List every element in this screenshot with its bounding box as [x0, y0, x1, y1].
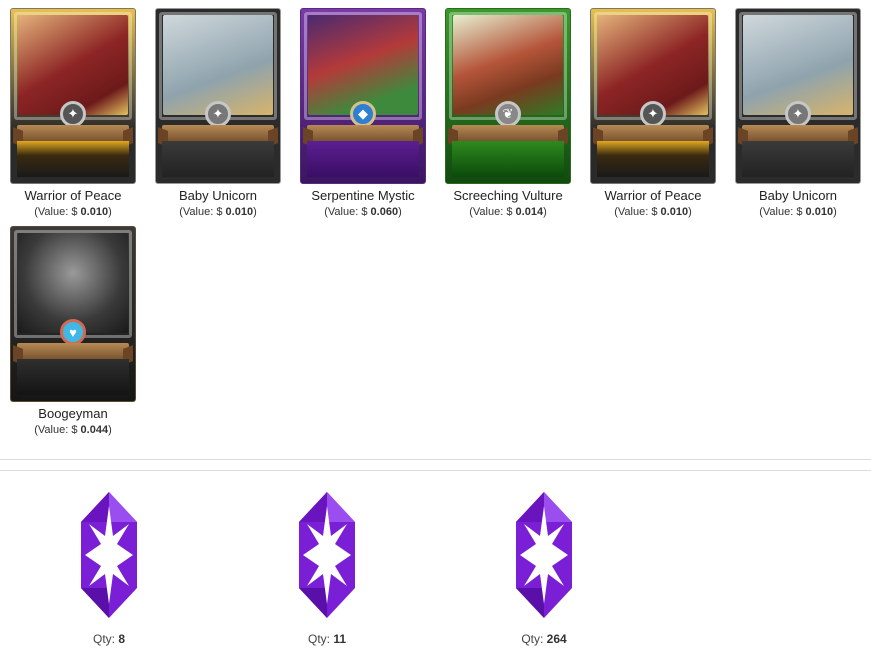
card-boogeyman[interactable]: ♥ Boogeyman (Value: $ 0.044) [10, 226, 136, 438]
potion-qty: Qty: 11 [267, 632, 387, 646]
value-prefix: (Value: $ [324, 206, 371, 218]
qty-label: Qty: [521, 632, 547, 646]
sparkle-icon: ✦ [60, 101, 86, 127]
legendary-potion-icon[interactable] [79, 490, 139, 620]
value-suffix: ) [108, 206, 112, 218]
potion-item[interactable]: Qty: 264 [484, 490, 604, 646]
card-value: (Value: $ 0.010) [10, 204, 136, 220]
card-value: (Value: $ 0.044) [10, 422, 136, 438]
card-baby-unicorn[interactable]: ✦ Baby Unicorn (Value: $ 0.010) [735, 8, 861, 220]
card-stats-area [452, 141, 564, 177]
value-suffix: ) [108, 424, 112, 436]
card-baby-unicorn[interactable]: ✦ Baby Unicorn (Value: $ 0.010) [155, 8, 281, 220]
card-value: (Value: $ 0.014) [445, 204, 571, 220]
value-prefix: (Value: $ [614, 206, 661, 218]
card-warrior-of-peace[interactable]: ✦ Warrior of Peace (Value: $ 0.010) [10, 8, 136, 220]
value-suffix: ) [833, 206, 837, 218]
card-banner [597, 125, 709, 141]
card-name: Boogeyman [38, 406, 108, 421]
value-amount: 0.014 [515, 206, 544, 218]
card-stats-area [307, 141, 419, 177]
value-amount: 0.044 [80, 424, 109, 436]
value-prefix: (Value: $ [179, 206, 226, 218]
card-stats-area [597, 141, 709, 177]
card-image[interactable]: ✦ [590, 8, 716, 184]
value-suffix: ) [543, 206, 547, 218]
card-stats-area [162, 141, 274, 177]
potion-qty: Qty: 264 [484, 632, 604, 646]
leaf-icon: ❦ [495, 101, 521, 127]
card-screeching-vulture[interactable]: ❦ Screeching Vulture (Value: $ 0.014) [445, 8, 571, 220]
value-suffix: ) [688, 206, 692, 218]
card-banner [17, 125, 129, 141]
qty-value: 264 [546, 632, 567, 646]
value-prefix: (Value: $ [759, 206, 806, 218]
card-name: Baby Unicorn [758, 188, 838, 203]
value-amount: 0.010 [805, 206, 834, 218]
value-suffix: ) [253, 206, 257, 218]
card-stats-area [742, 141, 854, 177]
card-warrior-of-peace[interactable]: ✦ Warrior of Peace (Value: $ 0.010) [590, 8, 716, 220]
potion-qty: Qty: 8 [49, 632, 169, 646]
value-prefix: (Value: $ [469, 206, 516, 218]
card-image[interactable]: ✦ [155, 8, 281, 184]
card-banner [307, 125, 419, 141]
card-name: Baby Unicorn [178, 188, 258, 203]
qty-label: Qty: [92, 632, 119, 646]
card-stats-area [17, 359, 129, 395]
card-name: Serpentine Mystic [311, 188, 415, 203]
potion-item[interactable]: Qty: 11 [267, 490, 387, 646]
value-amount: 0.010 [80, 206, 109, 218]
gem-icon: ◆ [350, 101, 376, 127]
value-amount: 0.010 [660, 206, 689, 218]
sparkle-icon: ✦ [640, 101, 666, 127]
potions-section: Qty: 8 Qty: 11 Qty: 264 [0, 490, 871, 663]
card-stats-area [17, 141, 129, 177]
potion-item[interactable]: Qty: 8 [49, 490, 169, 646]
card-banner [452, 125, 564, 141]
card-banner [162, 125, 274, 141]
value-prefix: (Value: $ [34, 424, 81, 436]
sparkle-icon: ✦ [205, 101, 231, 127]
section-divider [0, 470, 871, 471]
card-value: (Value: $ 0.010) [590, 204, 716, 220]
sparkle-icon: ✦ [785, 101, 811, 127]
legendary-potion-icon[interactable] [514, 490, 574, 620]
card-name: Screeching Vulture [453, 188, 563, 203]
value-suffix: ) [398, 206, 402, 218]
card-banner [742, 125, 854, 141]
card-image[interactable]: ◆ [300, 8, 426, 184]
card-value: (Value: $ 0.060) [300, 204, 426, 220]
card-image[interactable]: ✦ [735, 8, 861, 184]
card-banner [17, 343, 129, 359]
qty-value: 11 [333, 632, 347, 646]
card-name: Warrior of Peace [604, 188, 702, 203]
card-image[interactable]: ❦ [445, 8, 571, 184]
heart-gem-icon: ♥ [60, 319, 86, 345]
card-serpentine-mystic[interactable]: ◆ Serpentine Mystic (Value: $ 0.060) [300, 8, 426, 220]
card-value: (Value: $ 0.010) [155, 204, 281, 220]
value-amount: 0.010 [225, 206, 254, 218]
card-image[interactable]: ♥ [10, 226, 136, 402]
legendary-potion-icon[interactable] [297, 490, 357, 620]
qty-label: Qty: [307, 632, 334, 646]
value-amount: 0.060 [370, 206, 399, 218]
card-value: (Value: $ 0.010) [735, 204, 861, 220]
section-divider [0, 459, 871, 460]
card-image[interactable]: ✦ [10, 8, 136, 184]
card-name: Warrior of Peace [24, 188, 122, 203]
value-prefix: (Value: $ [34, 206, 81, 218]
qty-value: 8 [118, 632, 126, 646]
